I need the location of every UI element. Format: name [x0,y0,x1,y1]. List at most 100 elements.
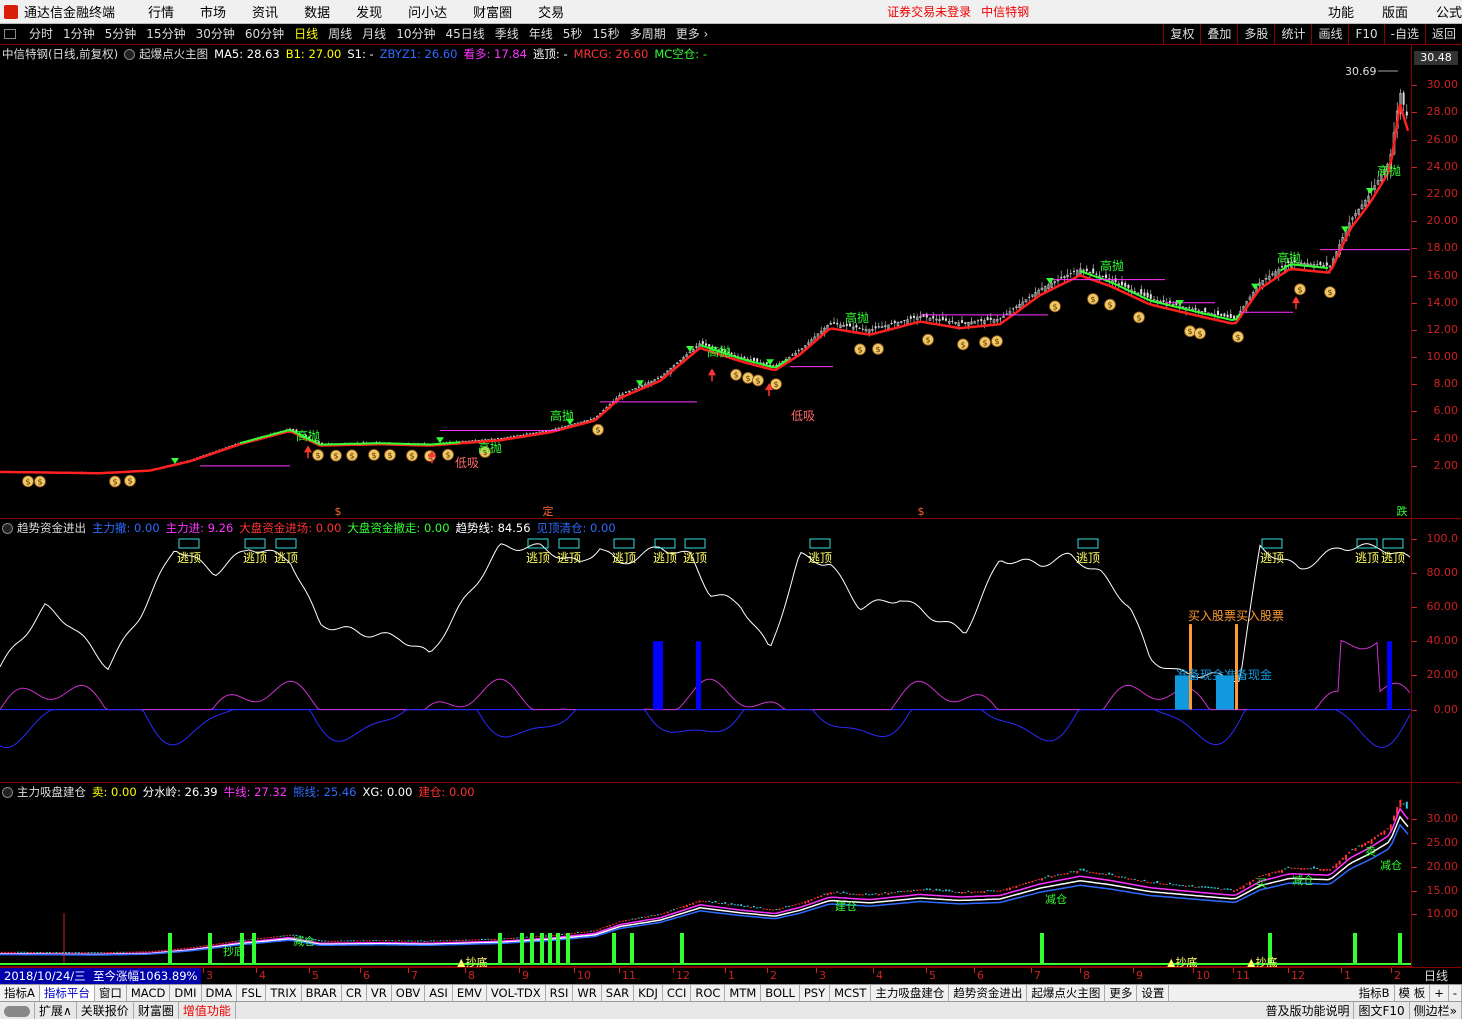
indicator-tab-12[interactable]: ASI [425,985,453,1001]
panel-toggle-icon[interactable] [4,29,16,39]
indicator-tab-18[interactable]: KDJ [634,985,663,1001]
menu-item-news[interactable]: 资讯 [252,2,278,21]
menu-item-trade[interactable]: 交易 [538,2,564,21]
absorb-canvas[interactable]: 减仓建仓减仓减仓减仓卖抄底买▲抄底 ▲抄底 ▲抄底 [0,783,1411,967]
indicator-tab-24[interactable]: MCST [830,985,872,1001]
indicator-tab-17[interactable]: SAR [602,985,635,1001]
menu-item-market[interactable]: 市场 [200,2,226,21]
money-bag-icon-symbol: $ [875,345,880,354]
indicator-tab-29[interactable]: 设置 [1137,985,1170,1001]
indicator-tab-8[interactable]: BRAR [302,985,342,1001]
status-item-3[interactable]: 增值功能 [179,1002,236,1019]
period-tab-1[interactable]: 1分钟 [58,24,100,44]
indicator-tab-9[interactable]: CR [342,985,367,1001]
menu-item-layout[interactable]: 版面 [1382,2,1408,21]
indicator-tab-22[interactable]: BOLL [761,985,800,1001]
indicator-tab-20[interactable]: ROC [691,985,726,1001]
period-tab-11[interactable]: 季线 [490,24,524,44]
trend-axis-tick [1412,606,1417,608]
indicator-tab-4[interactable]: DMI [170,985,202,1001]
menu-item-ask[interactable]: 问小达 [408,2,447,21]
indicator-tab-15[interactable]: RSI [546,985,574,1001]
period-label[interactable]: 日线 [1424,968,1448,984]
absorb-candle [1252,879,1255,882]
trend-funds-canvas[interactable]: 逃顶 逃顶 逃顶 逃顶 逃顶 逃顶 逃顶 逃顶 逃顶 逃顶 逃顶 逃顶 逃顶买入股票买入股票准备现金准备… [0,519,1411,783]
buy-signal-arrow [304,445,312,453]
indicator-tab-1[interactable]: 指标平台 [39,985,95,1001]
absorb-candle [737,904,739,906]
status-item-1[interactable]: 关联报价 [77,1002,134,1019]
toolbar-button-3[interactable]: 统计 [1274,24,1311,44]
period-tab-13[interactable]: 5秒 [558,24,588,44]
period-tab-15[interactable]: 多周期 [625,24,671,44]
period-tab-3[interactable]: 15分钟 [141,24,190,44]
menu-item-quotes[interactable]: 行情 [148,2,174,21]
period-tab-9[interactable]: 10分钟 [391,24,440,44]
absorb-candle [762,908,765,910]
indicator-tab-16[interactable]: WR [573,985,602,1001]
trend-funds-indicator[interactable]: 趋势资金进出 主力撤: 0.00 主力进: 9.26 大盘资金进场: 0.00 大盘资… [0,519,1411,783]
toolbar-button-1[interactable]: 叠加 [1200,24,1237,44]
indicator-tab-5[interactable]: DMA [202,985,238,1001]
indicator-tab-2[interactable]: 窗口 [95,985,127,1001]
toolbar-button-0[interactable]: 复权 [1163,24,1200,44]
indicator-tab-3[interactable]: MACD [127,985,171,1001]
high-price-label: 30.69 [1345,65,1377,78]
price-chart-canvas[interactable]: $$$$$$$$$$$$$$$$$$$$$$$$$$$$$$$$$高抛高抛高抛高… [0,45,1411,519]
indicator-tab-21[interactable]: MTM [725,985,762,1001]
toolbar-button-6[interactable]: -自选 [1383,24,1425,44]
menu-item-formula[interactable]: 公式 [1436,2,1462,21]
toolbar-button-5[interactable]: F10 [1348,24,1383,44]
indicator-tab-19[interactable]: CCI [663,985,692,1001]
status-item-2[interactable]: 财富圈 [134,1002,179,1019]
period-tab-10[interactable]: 45日线 [440,24,489,44]
period-tab-0[interactable]: 分时 [24,24,58,44]
toolbar-button-2[interactable]: 多股 [1237,24,1274,44]
indicator-tab-right-3[interactable]: - [1449,985,1462,1001]
period-tab-16[interactable]: 更多 › [671,24,714,44]
current-price-box: 30.48 [1414,51,1458,65]
menu-item-discover[interactable]: 发现 [356,2,382,21]
status-item-0[interactable]: 扩展∧ [35,1002,77,1019]
period-tab-14[interactable]: 15秒 [587,24,624,44]
period-tab-2[interactable]: 5分钟 [100,24,142,44]
indicator-tab-11[interactable]: OBV [392,985,426,1001]
indicator-tab-right-1[interactable]: 模 板 [1395,985,1431,1001]
indicator-tab-27[interactable]: 起爆点火主图 [1027,985,1106,1001]
absorb-candle [20,951,23,953]
toolbar-button-7[interactable]: 返回 [1424,24,1462,44]
main-price-chart[interactable]: 中信特钢(日线,前复权) 起爆点火主图 MA5: 28.63 B1: 27.00 S… [0,45,1411,519]
indicator-tab-23[interactable]: PSY [800,985,831,1001]
indicator-tab-28[interactable]: 更多 [1105,985,1138,1001]
indicator-tab-right-0[interactable]: 指标B [1355,985,1395,1001]
period-tab-8[interactable]: 月线 [357,24,391,44]
indicator-tab-right-2[interactable]: + [1430,985,1449,1001]
indicator-tab-10[interactable]: VR [367,985,392,1001]
absorb-candle [970,891,973,894]
menu-item-data[interactable]: 数据 [304,2,330,21]
period-tab-6[interactable]: 日线 [289,24,323,44]
period-tab-4[interactable]: 30分钟 [191,24,240,44]
absorb-candle [823,893,826,895]
period-tab-5[interactable]: 60分钟 [240,24,289,44]
absorb-candle [324,940,327,942]
indicator-tab-6[interactable]: FSL [237,985,267,1001]
indicator-tab-0[interactable]: 指标A [0,985,40,1001]
status-right-item-0[interactable]: 普及版功能说明 [1261,1002,1355,1019]
absorb-candle [4,951,7,953]
toolbar-button-4[interactable]: 画线 [1311,24,1348,44]
menu-item-function[interactable]: 功能 [1328,2,1354,21]
status-right-item-2[interactable]: 侧边栏» [1410,1002,1462,1019]
indicator-tab-13[interactable]: EMV [453,985,487,1001]
indicator-tab-25[interactable]: 主力吸盘建仓 [871,985,950,1001]
indicator-tab-14[interactable]: VOL-TDX [487,985,546,1001]
login-notice[interactable]: 证券交易未登录 [887,3,971,20]
menu-item-wealth[interactable]: 财富圈 [473,2,512,21]
indicator-tab-26[interactable]: 趋势资金进出 [949,985,1028,1001]
main-absorb-indicator[interactable]: 主力吸盘建仓 卖: 0.00 分水岭: 26.39 牛线: 27.32 熊线: 25.… [0,783,1411,967]
status-right-item-1[interactable]: 图文F10 [1354,1002,1410,1019]
toggle-switch-icon[interactable] [0,1002,35,1019]
indicator-tab-7[interactable]: TRIX [266,985,302,1001]
period-tab-12[interactable]: 年线 [524,24,558,44]
period-tab-7[interactable]: 周线 [323,24,357,44]
